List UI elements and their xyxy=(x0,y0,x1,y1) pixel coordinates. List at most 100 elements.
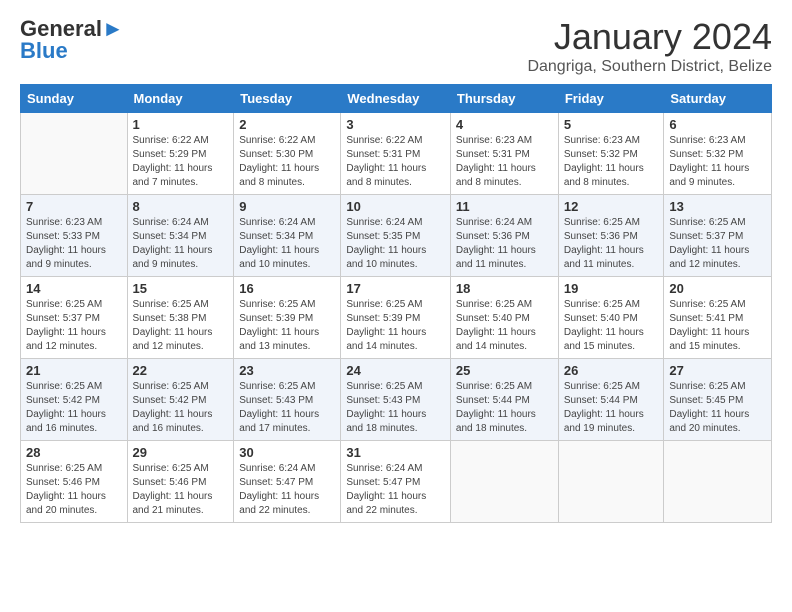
calendar-cell: 5 Sunrise: 6:23 AM Sunset: 5:32 PM Daylig… xyxy=(558,113,664,195)
calendar-cell: 31 Sunrise: 6:24 AM Sunset: 5:47 PM Dayli… xyxy=(341,441,451,523)
calendar-cell: 28 Sunrise: 6:25 AM Sunset: 5:46 PM Dayli… xyxy=(21,441,128,523)
calendar-cell: 14 Sunrise: 6:25 AM Sunset: 5:37 PM Dayli… xyxy=(21,277,128,359)
day-info: Sunrise: 6:24 AM Sunset: 5:35 PM Dayligh… xyxy=(346,216,445,272)
day-number: 19 xyxy=(564,281,659,296)
calendar-cell: 13 Sunrise: 6:25 AM Sunset: 5:37 PM Dayli… xyxy=(664,195,772,277)
calendar-cell: 10 Sunrise: 6:24 AM Sunset: 5:35 PM Dayli… xyxy=(341,195,451,277)
day-number: 10 xyxy=(346,199,445,214)
calendar-cell: 22 Sunrise: 6:25 AM Sunset: 5:42 PM Dayli… xyxy=(127,359,234,441)
day-info: Sunrise: 6:25 AM Sunset: 5:37 PM Dayligh… xyxy=(26,298,122,354)
day-info: Sunrise: 6:25 AM Sunset: 5:40 PM Dayligh… xyxy=(564,298,659,354)
calendar-cell xyxy=(450,441,558,523)
day-info: Sunrise: 6:22 AM Sunset: 5:31 PM Dayligh… xyxy=(346,134,445,190)
day-info: Sunrise: 6:25 AM Sunset: 5:45 PM Dayligh… xyxy=(669,380,766,436)
month-title: January 2024 xyxy=(527,16,772,58)
day-info: Sunrise: 6:23 AM Sunset: 5:32 PM Dayligh… xyxy=(564,134,659,190)
calendar-cell: 25 Sunrise: 6:25 AM Sunset: 5:44 PM Dayli… xyxy=(450,359,558,441)
calendar-cell: 26 Sunrise: 6:25 AM Sunset: 5:44 PM Dayli… xyxy=(558,359,664,441)
day-number: 1 xyxy=(133,117,229,132)
calendar-body: 1 Sunrise: 6:22 AM Sunset: 5:29 PM Daylig… xyxy=(21,113,772,523)
day-info: Sunrise: 6:23 AM Sunset: 5:32 PM Dayligh… xyxy=(669,134,766,190)
calendar-cell: 29Sunrise: 6:25 AM Sunset: 5:46 PM Dayli… xyxy=(127,441,234,523)
calendar-cell: 18Sunrise: 6:25 AM Sunset: 5:40 PM Dayli… xyxy=(450,277,558,359)
calendar-cell: 8 Sunrise: 6:24 AM Sunset: 5:34 PM Daylig… xyxy=(127,195,234,277)
day-info: Sunrise: 6:24 AM Sunset: 5:34 PM Dayligh… xyxy=(239,216,335,272)
day-number: 24 xyxy=(346,363,445,378)
day-number: 15 xyxy=(133,281,229,296)
calendar-cell xyxy=(664,441,772,523)
day-number: 8 xyxy=(133,199,229,214)
day-info: Sunrise: 6:24 AM Sunset: 5:34 PM Dayligh… xyxy=(133,216,229,272)
day-info: Sunrise: 6:25 AM Sunset: 5:44 PM Dayligh… xyxy=(564,380,659,436)
calendar-header-friday: Friday xyxy=(558,85,664,113)
day-info: Sunrise: 6:24 AM Sunset: 5:47 PM Dayligh… xyxy=(346,462,445,518)
calendar-cell xyxy=(558,441,664,523)
day-number: 30 xyxy=(239,445,335,460)
day-info: Sunrise: 6:24 AM Sunset: 5:36 PM Dayligh… xyxy=(456,216,553,272)
calendar-header-wednesday: Wednesday xyxy=(341,85,451,113)
location-title: Dangriga, Southern District, Belize xyxy=(527,58,772,76)
day-number: 26 xyxy=(564,363,659,378)
day-number: 13 xyxy=(669,199,766,214)
day-info: Sunrise: 6:25 AM Sunset: 5:37 PM Dayligh… xyxy=(669,216,766,272)
day-info: Sunrise: 6:25 AM Sunset: 5:41 PM Dayligh… xyxy=(669,298,766,354)
day-info: Sunrise: 6:22 AM Sunset: 5:29 PM Dayligh… xyxy=(133,134,229,190)
calendar-cell xyxy=(21,113,128,195)
calendar-cell: 24 Sunrise: 6:25 AM Sunset: 5:43 PM Dayli… xyxy=(341,359,451,441)
day-number: 22 xyxy=(133,363,229,378)
day-number: 2 xyxy=(239,117,335,132)
day-number: 3 xyxy=(346,117,445,132)
day-info: Sunrise: 6:25 AM Sunset: 5:46 PM Dayligh… xyxy=(26,462,122,518)
calendar-cell: 3 Sunrise: 6:22 AM Sunset: 5:31 PM Daylig… xyxy=(341,113,451,195)
calendar-table: SundayMondayTuesdayWednesdayThursdayFrid… xyxy=(20,84,772,523)
day-info: Sunrise: 6:25 AM Sunset: 5:42 PM Dayligh… xyxy=(26,380,122,436)
day-number: 9 xyxy=(239,199,335,214)
day-info: Sunrise: 6:25 AM Sunset: 5:40 PM Dayligh… xyxy=(456,298,553,354)
calendar-header-saturday: Saturday xyxy=(664,85,772,113)
day-number: 21 xyxy=(26,363,122,378)
day-number: 20 xyxy=(669,281,766,296)
day-info: Sunrise: 6:22 AM Sunset: 5:30 PM Dayligh… xyxy=(239,134,335,190)
calendar-week-row: 28 Sunrise: 6:25 AM Sunset: 5:46 PM Dayli… xyxy=(21,441,772,523)
calendar-header-thursday: Thursday xyxy=(450,85,558,113)
calendar-cell: 20 Sunrise: 6:25 AM Sunset: 5:41 PM Dayli… xyxy=(664,277,772,359)
day-number: 12 xyxy=(564,199,659,214)
calendar-cell: 2 Sunrise: 6:22 AM Sunset: 5:30 PM Daylig… xyxy=(234,113,341,195)
day-info: Sunrise: 6:23 AM Sunset: 5:33 PM Dayligh… xyxy=(26,216,122,272)
calendar-week-row: 21 Sunrise: 6:25 AM Sunset: 5:42 PM Dayli… xyxy=(21,359,772,441)
calendar-cell: 6 Sunrise: 6:23 AM Sunset: 5:32 PM Daylig… xyxy=(664,113,772,195)
logo: General► Blue xyxy=(20,16,124,64)
day-info: Sunrise: 6:25 AM Sunset: 5:43 PM Dayligh… xyxy=(346,380,445,436)
calendar-cell: 30Sunrise: 6:24 AM Sunset: 5:47 PM Dayli… xyxy=(234,441,341,523)
day-info: Sunrise: 6:25 AM Sunset: 5:36 PM Dayligh… xyxy=(564,216,659,272)
day-number: 17 xyxy=(346,281,445,296)
day-number: 11 xyxy=(456,199,553,214)
day-number: 6 xyxy=(669,117,766,132)
day-info: Sunrise: 6:25 AM Sunset: 5:39 PM Dayligh… xyxy=(239,298,335,354)
calendar-cell: 16 Sunrise: 6:25 AM Sunset: 5:39 PM Dayli… xyxy=(234,277,341,359)
day-number: 5 xyxy=(564,117,659,132)
calendar-cell: 7 Sunrise: 6:23 AM Sunset: 5:33 PM Daylig… xyxy=(21,195,128,277)
calendar-header-row: SundayMondayTuesdayWednesdayThursdayFrid… xyxy=(21,85,772,113)
calendar-cell: 1 Sunrise: 6:22 AM Sunset: 5:29 PM Daylig… xyxy=(127,113,234,195)
calendar-cell: 12 Sunrise: 6:25 AM Sunset: 5:36 PM Dayli… xyxy=(558,195,664,277)
day-number: 16 xyxy=(239,281,335,296)
calendar-cell: 21 Sunrise: 6:25 AM Sunset: 5:42 PM Dayli… xyxy=(21,359,128,441)
day-info: Sunrise: 6:25 AM Sunset: 5:38 PM Dayligh… xyxy=(133,298,229,354)
day-number: 4 xyxy=(456,117,553,132)
calendar-header-sunday: Sunday xyxy=(21,85,128,113)
day-number: 31 xyxy=(346,445,445,460)
calendar-week-row: 7 Sunrise: 6:23 AM Sunset: 5:33 PM Daylig… xyxy=(21,195,772,277)
day-number: 28 xyxy=(26,445,122,460)
calendar-cell: 15 Sunrise: 6:25 AM Sunset: 5:38 PM Dayli… xyxy=(127,277,234,359)
calendar-cell: 4Sunrise: 6:23 AM Sunset: 5:31 PM Daylig… xyxy=(450,113,558,195)
day-number: 14 xyxy=(26,281,122,296)
day-number: 25 xyxy=(456,363,553,378)
calendar-header-tuesday: Tuesday xyxy=(234,85,341,113)
day-info: Sunrise: 6:25 AM Sunset: 5:46 PM Dayligh… xyxy=(133,462,229,518)
day-info: Sunrise: 6:25 AM Sunset: 5:44 PM Dayligh… xyxy=(456,380,553,436)
day-number: 7 xyxy=(26,199,122,214)
day-info: Sunrise: 6:25 AM Sunset: 5:42 PM Dayligh… xyxy=(133,380,229,436)
logo-blue-text: Blue xyxy=(20,38,68,64)
calendar-week-row: 14 Sunrise: 6:25 AM Sunset: 5:37 PM Dayli… xyxy=(21,277,772,359)
